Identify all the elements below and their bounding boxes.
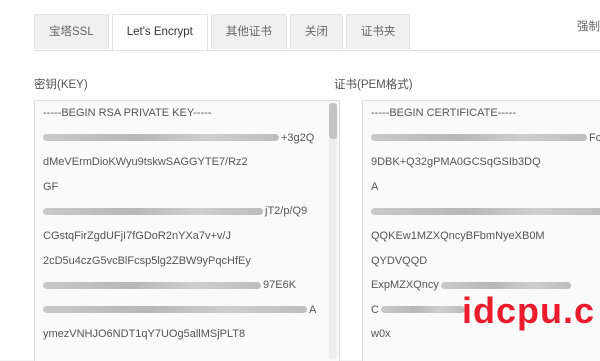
key-textarea[interactable]: -----BEGIN RSA PRIVATE KEY----- +3g2Q dM… <box>34 100 340 361</box>
cert-line: Fc <box>363 126 600 151</box>
cert-line <box>363 199 600 224</box>
tab-lets-encrypt[interactable]: Let's Encrypt <box>111 14 208 50</box>
ssl-panel: 宝塔SSL Let's Encrypt 其他证书 关闭 证书夹 强制 密钥(KE… <box>0 0 600 361</box>
key-line: -----BEGIN RSA PRIVATE KEY----- <box>35 101 339 126</box>
tab-baota-ssl[interactable]: 宝塔SSL <box>34 14 109 49</box>
key-line: CGstqFirZgdUFjI7fGDoR2nYXa7v+v/J <box>35 224 339 249</box>
cert-line: QQKEw1MZXQncyBFbmNyeXB0M <box>363 224 600 249</box>
cert-line-text: w0x <box>371 328 391 341</box>
key-line: 97E6K <box>35 273 339 298</box>
key-line: 2cD5u4czG5vcBlFcsp5lg2ZBW9yPqcHfEy <box>35 249 339 274</box>
cert-label: 证书(PEM格式) <box>334 79 413 91</box>
key-line-text: 97E6K <box>263 279 297 292</box>
redacted-text <box>43 207 263 215</box>
redacted-text <box>371 207 600 215</box>
force-https-label[interactable]: 强制 <box>577 18 600 34</box>
key-line: dMeVErmDioKWyu9tskwSAGGYTE7/Rz2 <box>35 150 339 175</box>
cert-line-text: QYDVQQD <box>371 254 428 267</box>
tab-other-cert[interactable]: 其他证书 <box>210 14 287 49</box>
cert-line: 9DBK+Q32gPMA0GCSqGSIb3DQ <box>363 150 600 175</box>
redacted-text <box>43 306 307 314</box>
left-margin <box>0 0 22 360</box>
redacted-text <box>440 281 571 289</box>
redacted-text <box>371 134 587 142</box>
key-line-text: GF <box>43 180 59 193</box>
key-line: GF <box>35 175 339 200</box>
cert-line-text: QQKEw1MZXQncyBFbmNyeXB0M <box>371 229 545 242</box>
redacted-text <box>380 306 465 314</box>
redacted-text <box>43 281 261 289</box>
key-line: jT2/p/Q9 <box>35 199 339 224</box>
key-label: 密钥(KEY) <box>34 79 88 91</box>
cert-line-text: Fc <box>589 131 600 144</box>
tab-cert-folder[interactable]: 证书夹 <box>345 14 411 49</box>
cert-line-text: C <box>371 303 379 316</box>
key-scrollbar[interactable] <box>329 103 337 359</box>
cert-line-text: ExpMZXQncy <box>371 279 439 292</box>
cert-line: A <box>363 175 600 200</box>
key-line-text: A <box>309 303 317 316</box>
key-line-text: +3g2Q <box>281 131 315 144</box>
cert-line: QYDVQQD <box>363 249 600 274</box>
cert-line: -----BEGIN CERTIFICATE----- <box>363 101 600 126</box>
key-line: A <box>35 298 339 323</box>
key-scrollbar-thumb[interactable] <box>329 103 337 139</box>
watermark-logo: idcpu.c <box>462 290 596 331</box>
tab-divider <box>34 50 600 51</box>
cert-line-text: A <box>371 180 379 193</box>
cert-line-text: 9DBK+Q32gPMA0GCSqGSIb3DQ <box>371 156 541 169</box>
key-line-text: -----BEGIN RSA PRIVATE KEY----- <box>43 107 212 119</box>
ssl-tabs: 宝塔SSL Let's Encrypt 其他证书 关闭 证书夹 <box>34 14 411 50</box>
redacted-text <box>43 134 279 142</box>
key-line-text: dMeVErmDioKWyu9tskwSAGGYTE7/Rz2 <box>43 156 248 169</box>
cert-line-text: -----BEGIN CERTIFICATE----- <box>371 107 517 119</box>
key-line-text: CGstqFirZgdUFjI7fGDoR2nYXa7v+v/J <box>43 229 231 242</box>
tab-close[interactable]: 关闭 <box>289 14 343 49</box>
key-line-text: 2cD5u4czG5vcBlFcsp5lg2ZBW9yPqcHfEy <box>43 254 251 267</box>
key-line-text: jT2/p/Q9 <box>265 205 308 218</box>
key-line: ymezVNHJO6NDT1qY7UOg5allMSjPLT8 <box>35 322 339 347</box>
key-line: +3g2Q <box>35 126 339 151</box>
key-line-text: ymezVNHJO6NDT1qY7UOg5allMSjPLT8 <box>43 328 246 341</box>
